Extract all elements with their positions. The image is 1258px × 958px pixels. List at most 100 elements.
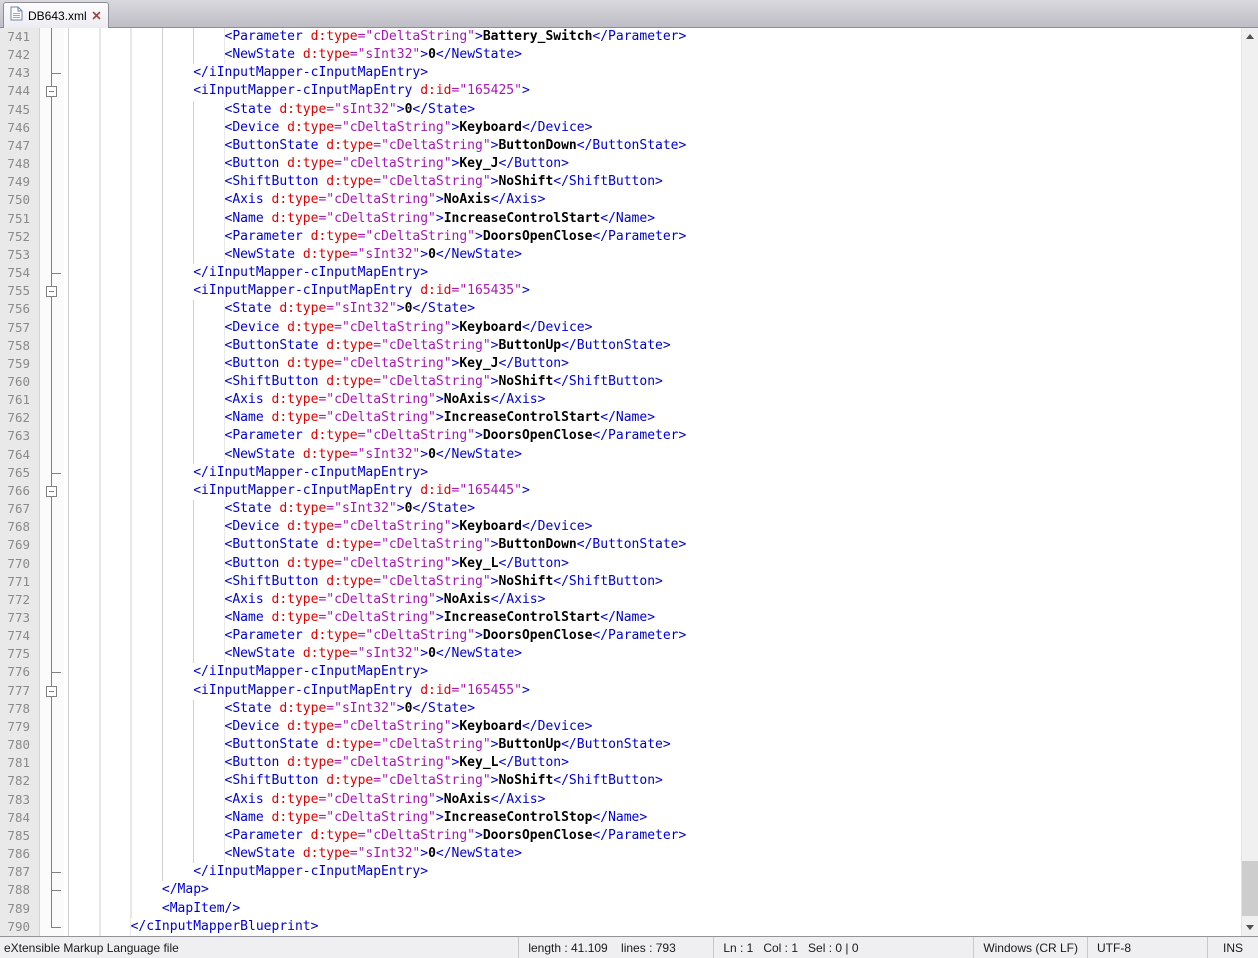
line-number[interactable]: 758 — [0, 337, 40, 355]
line-number[interactable]: 783 — [0, 791, 40, 809]
line-number[interactable]: 787 — [0, 863, 40, 881]
line-number[interactable]: 772 — [0, 591, 40, 609]
code-line[interactable]: 753<NewState d:type="sInt32">0</NewState… — [0, 246, 1241, 264]
code-line[interactable]: 755<iInputMapper-cInputMapEntry d:id="16… — [0, 282, 1241, 300]
line-number[interactable]: 759 — [0, 355, 40, 373]
line-number[interactable]: 776 — [0, 663, 40, 681]
line-number[interactable]: 777 — [0, 682, 40, 700]
line-number[interactable]: 741 — [0, 28, 40, 46]
scrollbar-track[interactable] — [1242, 45, 1258, 919]
code-line[interactable]: 763<Parameter d:type="cDeltaString">Door… — [0, 427, 1241, 445]
fold-collapse-button[interactable] — [46, 286, 57, 297]
code-line[interactable]: 756<State d:type="sInt32">0</State> — [0, 300, 1241, 318]
line-number[interactable]: 790 — [0, 918, 40, 936]
line-number[interactable]: 788 — [0, 881, 40, 899]
code-line[interactable]: 766<iInputMapper-cInputMapEntry d:id="16… — [0, 482, 1241, 500]
code-line[interactable]: 744<iInputMapper-cInputMapEntry d:id="16… — [0, 82, 1241, 100]
code-line[interactable]: 759<Button d:type="cDeltaString">Key_J</… — [0, 355, 1241, 373]
line-number[interactable]: 782 — [0, 772, 40, 790]
code-line[interactable]: 777<iInputMapper-cInputMapEntry d:id="16… — [0, 682, 1241, 700]
scroll-up-button[interactable] — [1242, 28, 1258, 45]
line-number[interactable]: 770 — [0, 555, 40, 573]
tab-db643[interactable]: DB643.xml — [3, 2, 109, 28]
code-line[interactable]: 746<Device d:type="cDeltaString">Keyboar… — [0, 119, 1241, 137]
line-number[interactable]: 746 — [0, 119, 40, 137]
line-number[interactable]: 784 — [0, 809, 40, 827]
code-line[interactable]: 745<State d:type="sInt32">0</State> — [0, 101, 1241, 119]
line-number[interactable]: 767 — [0, 500, 40, 518]
code-line[interactable]: 773<Name d:type="cDeltaString">IncreaseC… — [0, 609, 1241, 627]
code-line[interactable]: 787</iInputMapper-cInputMapEntry> — [0, 863, 1241, 881]
code-line[interactable]: 785<Parameter d:type="cDeltaString">Door… — [0, 827, 1241, 845]
code-line[interactable]: 762<Name d:type="cDeltaString">IncreaseC… — [0, 409, 1241, 427]
line-number[interactable]: 766 — [0, 482, 40, 500]
fold-collapse-button[interactable] — [46, 86, 57, 97]
tab-close-icon[interactable] — [92, 11, 101, 20]
line-number[interactable]: 763 — [0, 427, 40, 445]
code-line[interactable]: 784<Name d:type="cDeltaString">IncreaseC… — [0, 809, 1241, 827]
fold-collapse-button[interactable] — [46, 686, 57, 697]
code-line[interactable]: 743</iInputMapper-cInputMapEntry> — [0, 64, 1241, 82]
line-number[interactable]: 778 — [0, 700, 40, 718]
line-number[interactable]: 742 — [0, 46, 40, 64]
code-line[interactable]: 781<Button d:type="cDeltaString">Key_L</… — [0, 754, 1241, 772]
line-number[interactable]: 765 — [0, 464, 40, 482]
fold-margin-cell[interactable] — [40, 682, 64, 700]
code-line[interactable]: 790</cInputMapperBlueprint> — [0, 918, 1241, 936]
line-number[interactable]: 781 — [0, 754, 40, 772]
code-line[interactable]: 774<Parameter d:type="cDeltaString">Door… — [0, 627, 1241, 645]
code-line[interactable]: 742<NewState d:type="sInt32">0</NewState… — [0, 46, 1241, 64]
code-line[interactable]: 782<ShiftButton d:type="cDeltaString">No… — [0, 772, 1241, 790]
line-number[interactable]: 785 — [0, 827, 40, 845]
line-number[interactable]: 786 — [0, 845, 40, 863]
code-line[interactable]: 779<Device d:type="cDeltaString">Keyboar… — [0, 718, 1241, 736]
line-number[interactable]: 756 — [0, 300, 40, 318]
line-number[interactable]: 764 — [0, 446, 40, 464]
line-number[interactable]: 743 — [0, 64, 40, 82]
code-line[interactable]: 786<NewState d:type="sInt32">0</NewState… — [0, 845, 1241, 863]
code-line[interactable]: 760<ShiftButton d:type="cDeltaString">No… — [0, 373, 1241, 391]
code-line[interactable]: 768<Device d:type="cDeltaString">Keyboar… — [0, 518, 1241, 536]
code-line[interactable]: 754</iInputMapper-cInputMapEntry> — [0, 264, 1241, 282]
code-line[interactable]: 741<Parameter d:type="cDeltaString">Batt… — [0, 28, 1241, 46]
line-number[interactable]: 773 — [0, 609, 40, 627]
line-number[interactable]: 761 — [0, 391, 40, 409]
code-line[interactable]: 772<Axis d:type="cDeltaString">NoAxis</A… — [0, 591, 1241, 609]
line-number[interactable]: 749 — [0, 173, 40, 191]
fold-margin-cell[interactable] — [40, 282, 64, 300]
line-number[interactable]: 780 — [0, 736, 40, 754]
line-number[interactable]: 747 — [0, 137, 40, 155]
line-number[interactable]: 753 — [0, 246, 40, 264]
code-line[interactable]: 761<Axis d:type="cDeltaString">NoAxis</A… — [0, 391, 1241, 409]
line-number[interactable]: 789 — [0, 900, 40, 918]
line-number[interactable]: 754 — [0, 264, 40, 282]
scrollbar-thumb[interactable] — [1242, 861, 1258, 916]
line-number[interactable]: 775 — [0, 645, 40, 663]
code-line[interactable]: 769<ButtonState d:type="cDeltaString">Bu… — [0, 536, 1241, 554]
line-number[interactable]: 744 — [0, 82, 40, 100]
fold-margin-cell[interactable] — [40, 482, 64, 500]
code-line[interactable]: 752<Parameter d:type="cDeltaString">Door… — [0, 228, 1241, 246]
code-line[interactable]: 783<Axis d:type="cDeltaString">NoAxis</A… — [0, 791, 1241, 809]
line-number[interactable]: 751 — [0, 210, 40, 228]
line-number[interactable]: 774 — [0, 627, 40, 645]
code-line[interactable]: 789<MapItem/> — [0, 900, 1241, 918]
code-line[interactable]: 751<Name d:type="cDeltaString">IncreaseC… — [0, 210, 1241, 228]
line-number[interactable]: 755 — [0, 282, 40, 300]
code-line[interactable]: 788</Map> — [0, 881, 1241, 899]
code-line[interactable]: 778<State d:type="sInt32">0</State> — [0, 700, 1241, 718]
code-line[interactable]: 749<ShiftButton d:type="cDeltaString">No… — [0, 173, 1241, 191]
code-line[interactable]: 747<ButtonState d:type="cDeltaString">Bu… — [0, 137, 1241, 155]
line-number[interactable]: 748 — [0, 155, 40, 173]
line-number[interactable]: 771 — [0, 573, 40, 591]
code-line[interactable]: 775<NewState d:type="sInt32">0</NewState… — [0, 645, 1241, 663]
fold-collapse-button[interactable] — [46, 486, 57, 497]
code-line[interactable]: 771<ShiftButton d:type="cDeltaString">No… — [0, 573, 1241, 591]
code-line[interactable]: 776</iInputMapper-cInputMapEntry> — [0, 663, 1241, 681]
line-number[interactable]: 769 — [0, 536, 40, 554]
line-number[interactable]: 768 — [0, 518, 40, 536]
code-line[interactable]: 764<NewState d:type="sInt32">0</NewState… — [0, 446, 1241, 464]
line-number[interactable]: 757 — [0, 319, 40, 337]
code-line[interactable]: 748<Button d:type="cDeltaString">Key_J</… — [0, 155, 1241, 173]
line-number[interactable]: 760 — [0, 373, 40, 391]
